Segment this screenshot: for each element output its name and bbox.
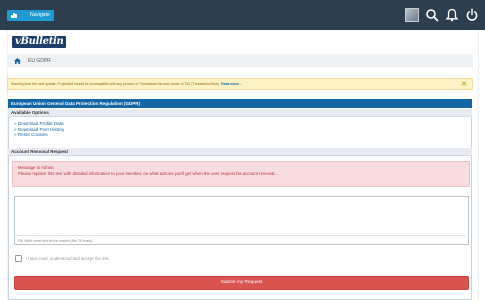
accept-checkbox[interactable] (15, 255, 22, 262)
read-more-link[interactable]: Read more... (221, 82, 241, 86)
bell-icon[interactable] (445, 8, 459, 22)
breadcrumb-current: EU GDPR (28, 57, 51, 64)
search-icon[interactable] (425, 8, 439, 22)
reason-hint: Fill: Write some text for the reason (Mi… (14, 235, 469, 245)
accept-row: I have read, understood and accept the r… (15, 255, 110, 262)
options-list: » Download Profile Data » Download Post … (14, 121, 64, 138)
section-title: European Union General Data Protection R… (8, 99, 472, 108)
breadcrumb: EU GDPR (7, 54, 473, 67)
site-logo[interactable]: vBulletin (12, 36, 67, 48)
admin-message: Message to Admin: Please replace this te… (12, 161, 470, 187)
home-icon[interactable] (14, 57, 21, 64)
top-icons (405, 8, 479, 22)
sitemap-icon (11, 13, 17, 18)
navigate-button[interactable]: Navigate (7, 10, 54, 21)
submit-button[interactable]: Submit my Request (14, 276, 469, 290)
reset-cookies-link[interactable]: » Reset Cookies (14, 132, 64, 138)
removal-heading: Account Removal Request (8, 148, 472, 156)
warning-text: Warning from the next update, ProjectAM … (11, 82, 220, 86)
close-icon[interactable]: ✕ (461, 80, 467, 88)
power-icon[interactable] (465, 8, 479, 22)
avatar[interactable] (405, 8, 419, 22)
accept-label[interactable]: I have read, understood and accept the r… (26, 256, 110, 261)
top-bar: Navigate (0, 0, 485, 30)
warning-notice: Warning from the next update, ProjectAM … (7, 78, 473, 90)
download-profile-link[interactable]: » Download Profile Data (14, 121, 64, 127)
available-options-heading: Available Options (8, 109, 472, 117)
navigate-label: Navigate (30, 12, 50, 18)
admin-message-body: Please replace this text with detailed i… (18, 171, 280, 176)
